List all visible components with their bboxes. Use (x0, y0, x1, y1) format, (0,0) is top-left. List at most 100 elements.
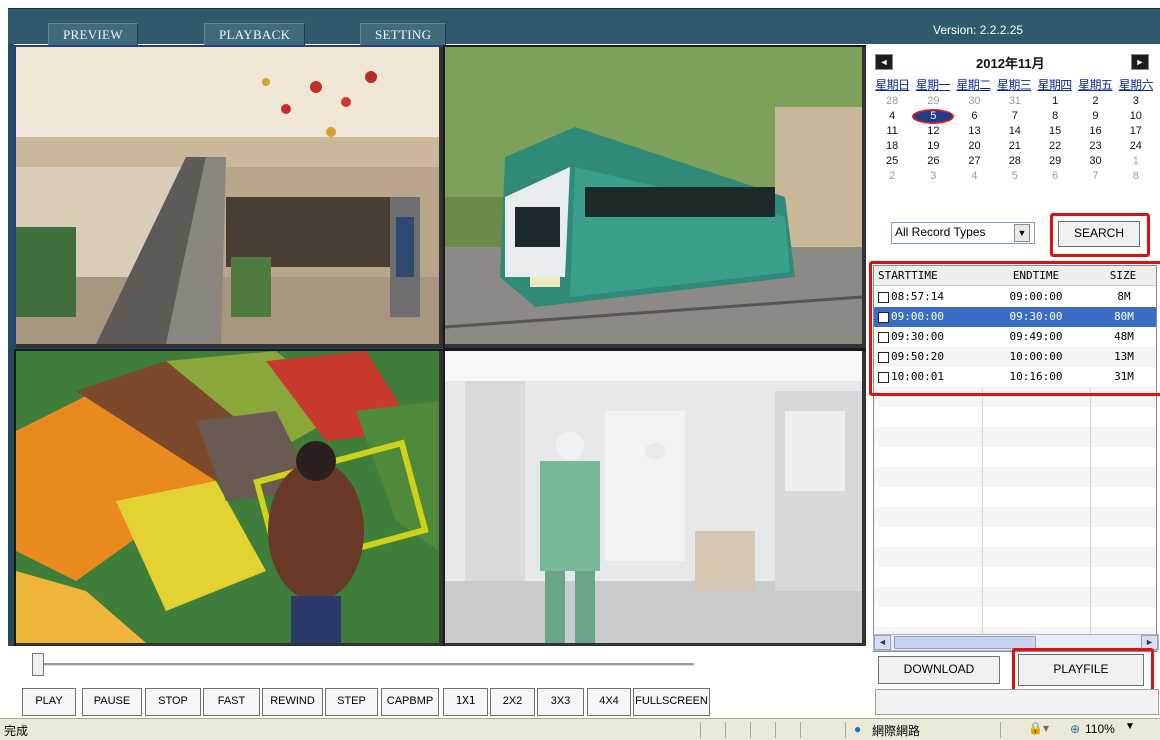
calendar-title: 2012年11月 (976, 56, 1045, 71)
layout-2x2-button[interactable]: 2X2 (490, 688, 535, 716)
calendar-day[interactable]: 15 (1035, 124, 1075, 139)
calendar-day[interactable]: 20 (954, 139, 994, 154)
playback-slider-thumb[interactable] (32, 653, 44, 676)
weekday-label: 星期二 (956, 78, 991, 92)
fast-button[interactable]: FAST (203, 688, 260, 716)
calendar-day[interactable]: 13 (954, 124, 994, 139)
weekday-label: 星期三 (996, 78, 1032, 92)
calendar-day[interactable]: 27 (954, 154, 994, 169)
weekday-label: 星期一 (915, 78, 951, 92)
scroll-left-icon[interactable]: ◄ (874, 635, 891, 650)
internet-zone-label: 網際網路 (872, 724, 921, 738)
calendar-weekday-header: 星期日 星期一 星期二 星期三 星期四 星期五 星期六 (872, 76, 1156, 92)
calendar-day[interactable]: 2 (872, 169, 912, 184)
calendar-day[interactable]: 28 (995, 154, 1035, 169)
calendar-day[interactable]: 8 (1035, 109, 1075, 124)
calendar-prev-button[interactable]: ◄ (875, 54, 893, 70)
calendar-day[interactable]: 29 (912, 94, 954, 109)
status-separator (775, 722, 776, 738)
calendar-day[interactable]: 26 (912, 154, 954, 169)
calendar-day[interactable]: 22 (1035, 139, 1075, 154)
rewind-button[interactable]: REWIND (262, 688, 323, 716)
camera-view-3[interactable] (14, 349, 445, 649)
calendar-day[interactable]: 25 (872, 154, 912, 169)
column-divider (1090, 387, 1091, 651)
camera-view-2[interactable] (443, 45, 868, 350)
weekday-label: 星期日 (875, 78, 910, 92)
download-button[interactable]: DOWNLOAD (878, 656, 1000, 684)
calendar-day[interactable]: 30 (954, 94, 994, 109)
chevron-down-icon[interactable]: ▼ (1014, 224, 1030, 242)
calendar-day[interactable]: 30 (1075, 154, 1115, 169)
step-button[interactable]: STEP (325, 688, 378, 716)
status-separator (750, 722, 751, 738)
layout-1x1-button[interactable]: 1X1 (443, 688, 488, 716)
pause-button[interactable]: PAUSE (82, 688, 142, 716)
search-button[interactable]: SEARCH (1058, 221, 1140, 247)
camera-view-4[interactable] (443, 349, 868, 649)
table-empty-area (874, 387, 1156, 651)
status-box (875, 689, 1159, 715)
status-separator (725, 722, 726, 738)
calendar-day[interactable]: 7 (995, 109, 1035, 124)
calendar-day[interactable]: 6 (1035, 169, 1075, 184)
weekday-label: 星期六 (1118, 78, 1154, 92)
calendar-day[interactable]: 16 (1075, 124, 1115, 139)
calendar-day[interactable]: 31 (995, 94, 1035, 109)
table-highlight (869, 261, 1160, 396)
playfile-button[interactable]: PLAYFILE (1018, 654, 1144, 686)
calendar-day[interactable]: 10 (1116, 109, 1156, 124)
top-navigation-bar: PREVIEW PLAYBACK SETTING Version: 2.2.2.… (8, 8, 1160, 46)
calendar-day[interactable]: 17 (1116, 124, 1156, 139)
calendar-day[interactable]: 24 (1116, 139, 1156, 154)
calendar-day[interactable]: 8 (1116, 169, 1156, 184)
calendar-day[interactable]: 23 (1075, 139, 1115, 154)
layout-4x4-button[interactable]: 4X4 (587, 688, 631, 716)
weekday-label: 星期四 (1037, 78, 1073, 92)
calendar-day[interactable]: 1 (1116, 154, 1156, 169)
calendar-day[interactable]: 14 (995, 124, 1035, 139)
status-separator (1000, 722, 1001, 738)
calendar-day[interactable]: 9 (1075, 109, 1115, 124)
playback-slider-track[interactable] (38, 663, 694, 666)
version-label: Version: 2.2.2.25 (933, 23, 1024, 37)
calendar-day[interactable]: 3 (912, 169, 954, 184)
play-button[interactable]: PLAY (22, 688, 76, 716)
calendar-day[interactable]: 19 (912, 139, 954, 154)
calendar-next-button[interactable]: ► (1131, 54, 1149, 70)
stop-button[interactable]: STOP (145, 688, 201, 716)
calendar-day[interactable]: 5 (995, 169, 1035, 184)
fullscreen-button[interactable]: FULLSCREEN (633, 688, 710, 716)
security-lock-icon[interactable]: 🔒▾ (1028, 721, 1049, 735)
tab-playback[interactable]: PLAYBACK (204, 23, 306, 46)
tab-preview[interactable]: PREVIEW (48, 23, 138, 46)
calendar-day-selected[interactable]: 5 (912, 109, 955, 124)
camera-view-1[interactable] (14, 45, 445, 350)
tab-setting[interactable]: SETTING (360, 23, 447, 46)
calendar-day[interactable]: 29 (1035, 154, 1075, 169)
capbmp-button[interactable]: CAPBMP (381, 688, 439, 716)
calendar-day[interactable]: 2 (1075, 94, 1115, 109)
calendar-day[interactable]: 28 (872, 94, 912, 109)
calendar-day[interactable]: 1 (1035, 94, 1075, 109)
status-separator (845, 722, 846, 738)
browser-status-bar: 完成 ● 網際網路 🔒▾ ⊕ 110% ▼ (0, 718, 1160, 740)
calendar-day[interactable]: 12 (912, 124, 954, 139)
chevron-down-icon[interactable]: ▼ (1125, 721, 1135, 732)
calendar-day[interactable]: 6 (954, 109, 994, 124)
calendar-day[interactable]: 7 (1075, 169, 1115, 184)
calendar-day[interactable]: 4 (872, 109, 912, 124)
layout-3x3-button[interactable]: 3X3 (537, 688, 584, 716)
calendar-day[interactable]: 3 (1116, 94, 1156, 109)
selected-day-label: 5 (912, 109, 955, 124)
globe-icon: ● (854, 722, 862, 736)
weekday-label: 星期五 (1078, 78, 1113, 92)
zoom-level[interactable]: 110% (1085, 722, 1115, 736)
status-text: 完成 (4, 724, 29, 738)
calendar-day[interactable]: 21 (995, 139, 1035, 154)
status-separator (800, 722, 801, 738)
calendar-day[interactable]: 11 (872, 124, 912, 139)
zoom-icon[interactable]: ⊕ (1070, 722, 1080, 736)
calendar-day[interactable]: 4 (954, 169, 994, 184)
calendar-day[interactable]: 18 (872, 139, 912, 154)
